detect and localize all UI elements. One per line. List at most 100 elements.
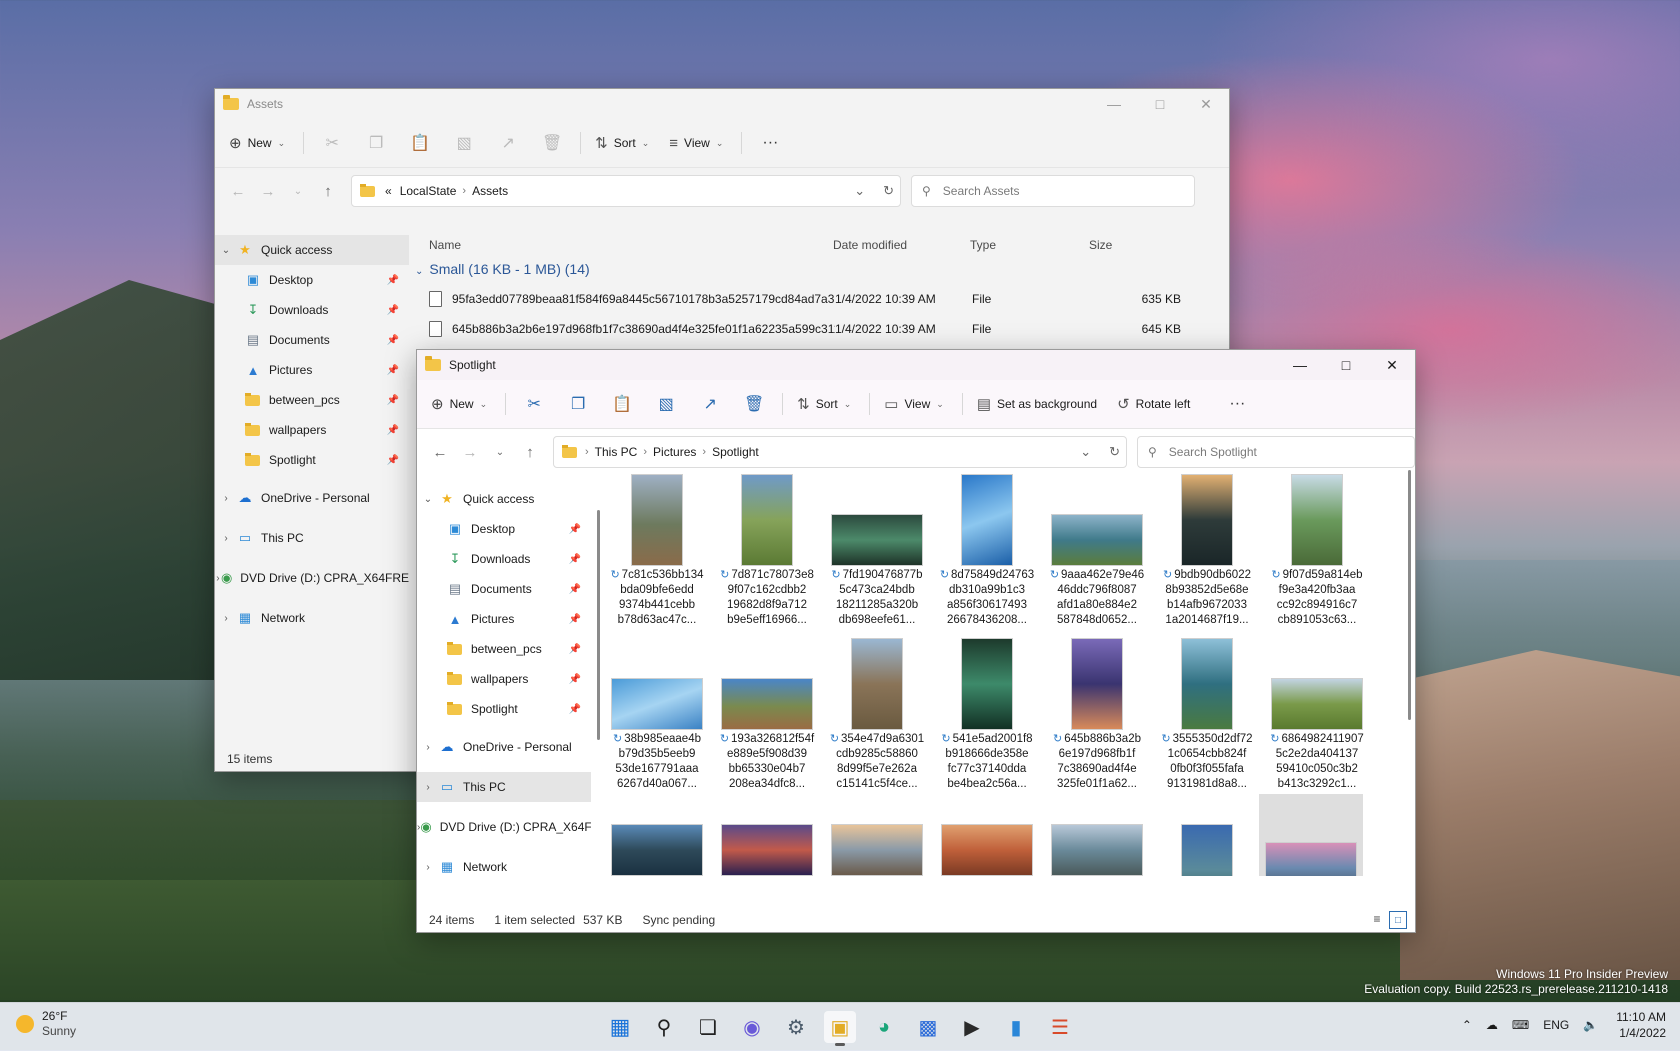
breadcrumb-localstate[interactable]: LocalState (400, 184, 457, 198)
sidebar-item-wallpapers[interactable]: wallpapers 📌 (215, 415, 409, 445)
chevron-right-icon[interactable]: › (417, 782, 439, 793)
image-tile[interactable] (935, 798, 1039, 876)
more-options-icon[interactable]: ··· (754, 127, 786, 159)
start-icon[interactable]: ▦ (604, 1011, 636, 1043)
assets-address-bar[interactable]: « LocalState › Assets ⌄ ↻ (351, 175, 901, 207)
close-button[interactable]: ✕ (1183, 89, 1229, 119)
chat-icon[interactable]: ◉ (736, 1011, 768, 1043)
image-tile[interactable] (605, 798, 709, 876)
refresh-icon[interactable]: ↻ (1109, 444, 1120, 460)
details-view-icon[interactable]: ≡ (1369, 911, 1385, 927)
image-tile[interactable]: ↻ 7fd190476877b 5c473ca24bdb 18211285a320b d… (825, 470, 929, 630)
column-date-modified[interactable]: Date modified (833, 238, 970, 252)
app-icon[interactable]: ☰ (1044, 1011, 1076, 1043)
image-tile[interactable]: ↻ 7d871c78073e8 9f07c162cdbb2 19682d8f9a712… (715, 470, 819, 630)
column-name[interactable]: Name (429, 238, 833, 252)
share-icon[interactable]: ↗ (492, 127, 524, 159)
sidebar-item-quick-access[interactable]: ⌄ ★ Quick access (215, 235, 409, 265)
spotlight-search-input[interactable]: ⚲ Search Spotlight (1137, 436, 1415, 468)
image-tile[interactable]: ↻ 7c81c536bb134 bda09bfe6edd 9374b441cebb b7… (605, 470, 709, 630)
share-icon[interactable]: ↗ (694, 388, 726, 420)
back-button[interactable]: ← (223, 176, 253, 206)
forward-button[interactable]: → (253, 176, 283, 206)
minimize-button[interactable]: — (1091, 89, 1137, 119)
sidebar-item-spotlight[interactable]: Spotlight 📌 (215, 445, 409, 475)
minimize-button[interactable]: — (1277, 350, 1323, 380)
up-button[interactable]: ↑ (515, 437, 545, 467)
image-tile[interactable]: ↻ 541e5ad2001f8 b918666de358e fc77c37140dda… (935, 634, 1039, 794)
new-button[interactable]: ⊕ New ⌄ (423, 388, 495, 420)
sidebar-item-documents[interactable]: ▤ Documents 📌 (417, 574, 591, 604)
sidebar-item-wallpapers[interactable]: wallpapers 📌 (417, 664, 591, 694)
image-tile[interactable] (825, 798, 929, 876)
image-tile[interactable]: ↻ 354e47d9a6301 cdb9285c58860 8d99f5e7e262a… (825, 634, 929, 794)
sort-button[interactable]: ⇅ Sort ⌄ (587, 127, 657, 159)
chevron-up-icon[interactable]: ⌃ (1462, 1018, 1472, 1032)
chevron-right-icon[interactable]: › (215, 533, 237, 544)
image-tile[interactable] (1045, 798, 1149, 876)
clock[interactable]: 11:10 AM 1/4/2022 (1616, 1009, 1666, 1041)
sort-button[interactable]: ⇅ Sort ⌄ (789, 388, 859, 420)
forward-button[interactable]: → (455, 437, 485, 467)
copy-icon[interactable]: ❐ (562, 388, 594, 420)
sidebar-item-dvd-drive[interactable]: ›◉DVD Drive (D:) CPRA_X64FRE (215, 563, 409, 593)
close-button[interactable]: ✕ (1369, 350, 1415, 380)
image-tile[interactable]: ↻ 9aaa462e79e46 46ddc796f8087 afd1a80e884e2… (1045, 470, 1149, 630)
chevron-right-icon[interactable]: › (215, 613, 237, 624)
more-options-icon[interactable]: ··· (1221, 388, 1253, 420)
view-button[interactable]: ≡ View ⌄ (661, 127, 731, 159)
keyboard-icon[interactable]: ⌨ (1512, 1018, 1529, 1032)
image-tile[interactable] (1155, 798, 1259, 876)
column-size[interactable]: Size (1089, 238, 1169, 252)
copy-icon[interactable]: ❐ (360, 127, 392, 159)
set-as-background-button[interactable]: ▤ Set as background (969, 388, 1105, 420)
recent-dropdown-icon[interactable]: ⌄ (485, 437, 515, 467)
weather-widget[interactable]: 26°F Sunny (16, 1009, 76, 1039)
settings-icon[interactable]: ⚙ (780, 1011, 812, 1043)
chevron-right-icon[interactable]: › (417, 742, 439, 753)
delete-icon[interactable]: 🗑 (738, 388, 770, 420)
sidebar-item-downloads[interactable]: ↧ Downloads 📌 (215, 295, 409, 325)
breadcrumb-assets[interactable]: Assets (472, 184, 508, 198)
image-tile[interactable]: ↻ 6864982411907 5c2e2da404137 59410c050c3b2… (1265, 634, 1369, 794)
image-tile-selected[interactable] (1259, 794, 1363, 876)
rotate-left-button[interactable]: ↺ Rotate left (1109, 388, 1198, 420)
sidebar-item-onedrive[interactable]: › ☁ OneDrive - Personal (417, 732, 591, 762)
image-tile[interactable]: ↻ 3555350d2df72 1c0654cbb824f 0fb0f3f055faf… (1155, 634, 1259, 794)
sidebar-item-onedrive[interactable]: › ☁ OneDrive - Personal (215, 483, 409, 513)
grid-scrollbar[interactable] (1408, 470, 1411, 720)
task-view-icon[interactable]: ❏ (692, 1011, 724, 1043)
chevron-right-icon[interactable]: › (215, 493, 237, 504)
chevron-down-icon[interactable]: ⌄ (854, 183, 865, 199)
image-tile[interactable]: ↻ 8d75849d24763 db310a99b1c3 a856f30617493 2… (935, 470, 1039, 630)
spotlight-titlebar[interactable]: Spotlight — □ ✕ (417, 350, 1415, 380)
language-indicator[interactable]: ENG (1543, 1018, 1569, 1032)
recent-dropdown-icon[interactable]: ⌄ (283, 176, 313, 206)
view-button[interactable]: ▭ View ⌄ (876, 388, 952, 420)
sidebar-item-downloads[interactable]: ↧ Downloads 📌 (417, 544, 591, 574)
cut-icon[interactable]: ✂ (316, 127, 348, 159)
sidebar-item-quick-access[interactable]: ⌄ ★ Quick access (417, 484, 591, 514)
sidebar-item-spotlight[interactable]: Spotlight 📌 (417, 694, 591, 724)
rename-icon[interactable]: ▧ (650, 388, 682, 420)
breadcrumb-this-pc[interactable]: This PC (595, 445, 638, 459)
edge-icon[interactable]: ◕ (868, 1011, 900, 1043)
spotlight-address-bar[interactable]: › This PC › Pictures › Spotlight ⌄ ↻ (553, 436, 1127, 468)
store-icon[interactable]: ▩ (912, 1011, 944, 1043)
sidebar-item-network[interactable]: › ▦ Network (417, 852, 591, 882)
chevron-right-icon[interactable]: › (417, 862, 439, 873)
volume-icon[interactable]: 🔈 (1583, 1018, 1598, 1032)
image-tile[interactable]: ↻ 9f07d59a814eb f9e3a420fb3aa cc92c894916c7… (1265, 470, 1369, 630)
search-icon[interactable]: ⚲ (648, 1011, 680, 1043)
sidebar-item-documents[interactable]: ▤ Documents 📌 (215, 325, 409, 355)
assets-search-input[interactable]: ⚲ Search Assets (911, 175, 1195, 207)
image-tile[interactable]: ↻ 193a326812f54f e889e5f908d39 bb65330e04b7… (715, 634, 819, 794)
file-row[interactable]: 645b886b3a2b6e197d968fb1f7c38690ad4f4e32… (429, 315, 1189, 343)
sidebar-item-between-pcs[interactable]: between_pcs 📌 (215, 385, 409, 415)
refresh-icon[interactable]: ↻ (883, 183, 894, 199)
sidebar-item-this-pc[interactable]: › ▭ This PC (215, 523, 409, 553)
chevron-down-icon[interactable]: ⌄ (417, 494, 439, 505)
sidebar-item-pictures[interactable]: ▲ Pictures 📌 (215, 355, 409, 385)
image-tile[interactable] (715, 798, 819, 876)
breadcrumb-pictures[interactable]: Pictures (653, 445, 696, 459)
